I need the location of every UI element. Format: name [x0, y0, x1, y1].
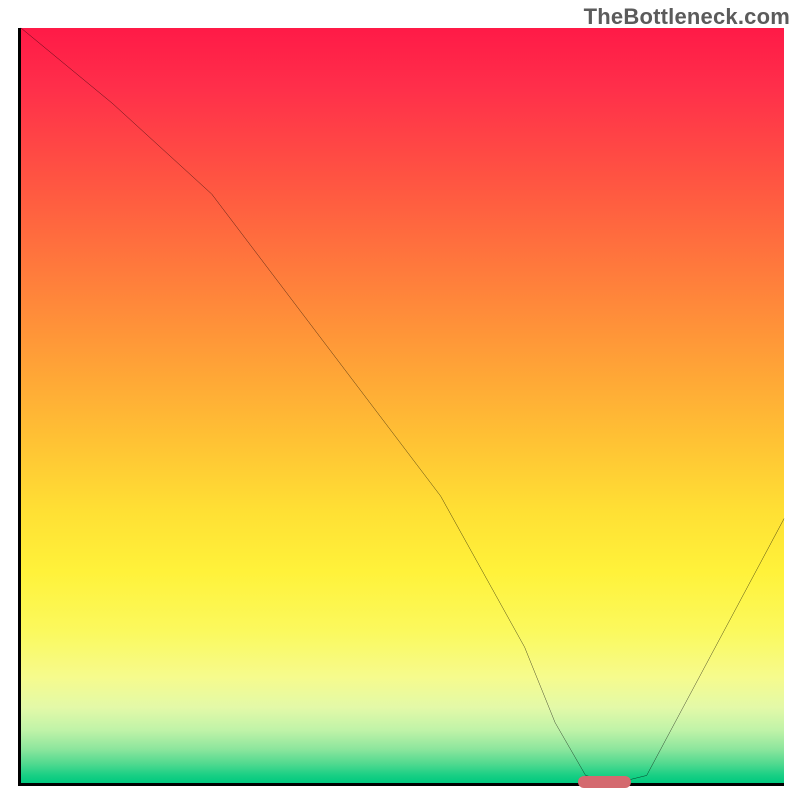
watermark-text: TheBottleneck.com	[584, 4, 790, 30]
bottleneck-curve	[21, 28, 784, 783]
optimal-range-marker	[578, 776, 631, 788]
plot-area	[18, 28, 784, 786]
chart-frame: TheBottleneck.com	[0, 0, 800, 800]
